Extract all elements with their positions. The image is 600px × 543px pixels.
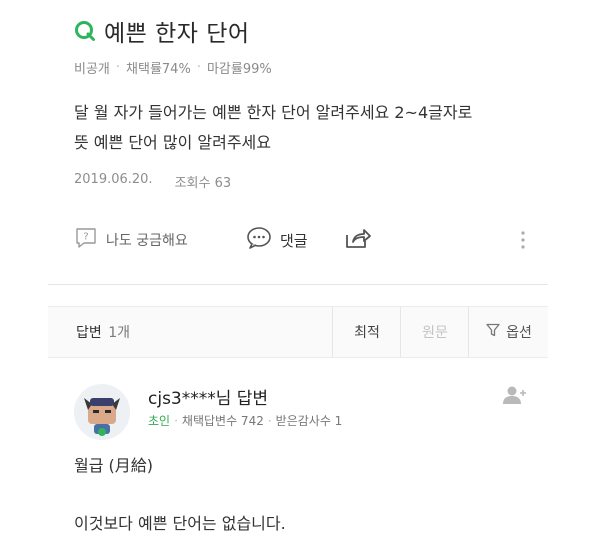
filter-icon [486,323,500,341]
svg-text:?: ? [83,232,88,243]
options-button[interactable]: 옵션 [468,307,549,357]
comment-button[interactable]: 댓글 [246,226,308,254]
more-vertical-icon [520,230,526,254]
meta-separator: · [267,413,272,428]
question-views: 조회수 63 [174,176,232,191]
answer-count-label: 답변 [76,325,102,341]
answer-count: 답변 1개 [76,322,130,342]
answer-count-number: 1개 [108,325,131,341]
comment-icon [246,226,272,254]
question-date: 2019.06.20. [74,172,153,187]
options-label: 옵션 [506,325,532,341]
answer-text-line: 월급 (月給) [74,456,154,475]
question-body-line: 달 월 자가 들어가는 예쁜 한자 단어 알려주세요 2~4글자로 [74,103,473,122]
adopt-rate: 채택률74% [126,62,191,77]
avatar[interactable] [74,384,130,440]
more-button[interactable] [520,230,526,254]
share-button[interactable] [344,226,372,254]
meta-separator: · [115,60,121,75]
answer-username[interactable]: cjs3****님 답변 [148,384,268,409]
sort-original-button[interactable]: 원문 [400,307,469,357]
question-page: 예쁜 한자 단어 비공개 · 채택률74% · 마감률99% 달 월 자가 들어… [0,0,600,543]
answer-text-line: 이것보다 예쁜 단어는 없습니다. [74,514,286,533]
meta-separator: · [196,60,201,75]
question-meta: 비공개 · 채택률74% · 마감률99% [74,58,272,77]
answer-meta: 초인 · 채택답변수 742 · 받은감사수 1 [148,412,342,429]
comment-label: 댓글 [280,231,308,250]
sort-best-label: 최적 [354,325,380,341]
question-body: 달 월 자가 들어가는 예쁜 한자 단어 알려주세요 2~4글자로 뜻 예쁜 단… [74,98,554,158]
answer-thanks-count: 받은감사수 1 [275,414,343,428]
answers-bar: 답변 1개 최적 원문 옵션 [48,306,548,358]
answer-adopted-count: 채택답변수 742 [181,414,264,428]
question-q-icon [74,20,96,42]
follow-button[interactable] [502,384,528,410]
sort-best-button[interactable]: 최적 [332,307,401,357]
question-body-line: 뜻 예쁜 단어 많이 알려주세요 [74,133,271,152]
sort-original-label: 원문 [422,325,448,341]
answer-level: 초인 [148,414,171,428]
question-title: 예쁜 한자 단어 [104,21,250,47]
question-date-views: 2019.06.20. 조회수 63 [74,172,231,191]
divider [48,284,548,285]
question-header: 예쁜 한자 단어 [74,14,250,48]
share-icon [344,226,372,254]
visibility-label: 비공개 [74,62,110,77]
meta-separator: · [174,413,178,428]
add-user-icon [502,386,528,410]
question-actions: ? 나도 궁금해요 댓글 [74,226,554,258]
question-mark-icon: ? [74,226,98,254]
curious-label: 나도 궁금해요 [106,233,188,249]
close-rate: 마감률99% [206,62,272,77]
curious-button[interactable]: ? 나도 궁금해요 [74,226,188,254]
